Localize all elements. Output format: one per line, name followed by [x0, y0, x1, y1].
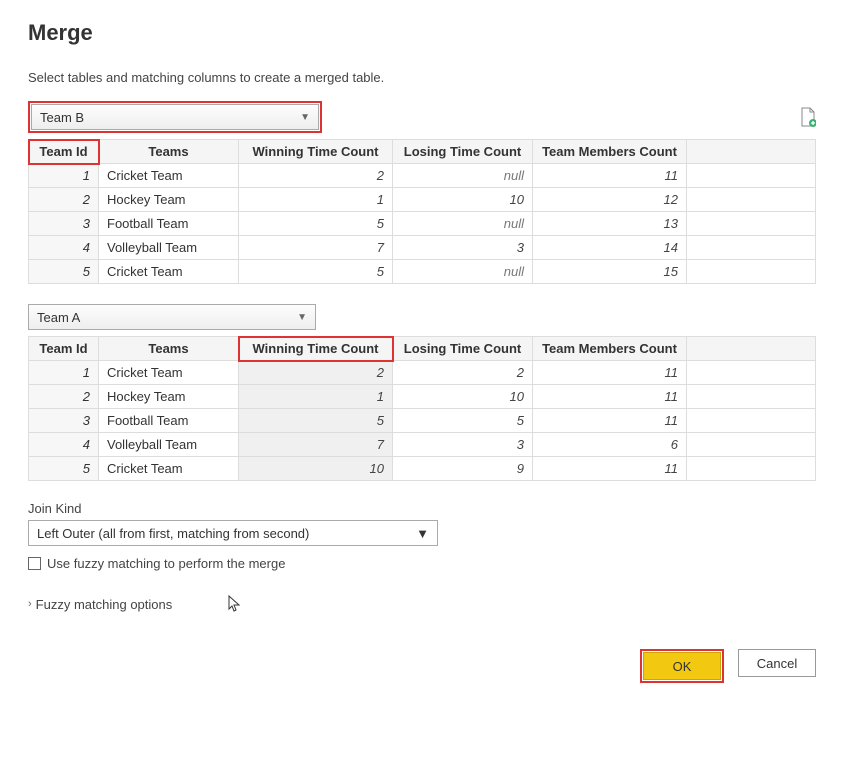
table1-col-spacer	[687, 140, 816, 164]
table1: Team Id Teams Winning Time Count Losing …	[28, 139, 816, 284]
table-row[interactable]: 4Volleyball Team736	[29, 433, 816, 457]
table1-dropdown-value: Team B	[40, 110, 84, 125]
table1-dropdown[interactable]: Team B ▼	[31, 104, 319, 130]
fuzzy-options-expander[interactable]: › Fuzzy matching options	[28, 595, 816, 613]
table-row[interactable]: 1Cricket Team2null11	[29, 164, 816, 188]
chevron-right-icon: ›	[28, 598, 32, 610]
table1-body: 1Cricket Team2null11 2Hockey Team11012 3…	[29, 164, 816, 284]
ok-button[interactable]: OK	[643, 652, 721, 680]
table-row[interactable]: 3Football Team5511	[29, 409, 816, 433]
highlight-table1-dropdown: Team B ▼	[28, 101, 322, 133]
table-row[interactable]: 5Cricket Team10911	[29, 457, 816, 481]
table-row[interactable]: 1Cricket Team2211	[29, 361, 816, 385]
table2-body: 1Cricket Team2211 2Hockey Team11011 3Foo…	[29, 361, 816, 481]
table2-col-winning[interactable]: Winning Time Count	[239, 337, 393, 361]
join-kind-label: Join Kind	[28, 501, 816, 516]
table2-col-teams[interactable]: Teams	[99, 337, 239, 361]
table1-col-winning[interactable]: Winning Time Count	[239, 140, 393, 164]
table-row[interactable]: 2Hockey Team11011	[29, 385, 816, 409]
fuzzy-options-label: Fuzzy matching options	[36, 597, 173, 612]
join-kind-value: Left Outer (all from first, matching fro…	[37, 526, 309, 541]
chevron-down-icon: ▼	[300, 112, 310, 123]
table1-col-members[interactable]: Team Members Count	[533, 140, 687, 164]
table1-col-teams[interactable]: Teams	[99, 140, 239, 164]
add-table-icon[interactable]	[800, 107, 816, 127]
table2-dropdown[interactable]: Team A ▼	[28, 304, 316, 330]
table2-col-losing[interactable]: Losing Time Count	[393, 337, 533, 361]
table2-col-team-id[interactable]: Team Id	[29, 337, 99, 361]
join-kind-dropdown[interactable]: Left Outer (all from first, matching fro…	[28, 520, 438, 546]
highlight-ok-button: OK	[640, 649, 724, 683]
table-row[interactable]: 3Football Team5null13	[29, 212, 816, 236]
chevron-down-icon: ▼	[416, 526, 429, 541]
chevron-down-icon: ▼	[297, 312, 307, 323]
table-row[interactable]: 4Volleyball Team7314	[29, 236, 816, 260]
table2-dropdown-value: Team A	[37, 310, 80, 325]
fuzzy-matching-checkbox[interactable]	[28, 557, 41, 570]
table1-col-losing[interactable]: Losing Time Count	[393, 140, 533, 164]
table2: Team Id Teams Winning Time Count Losing …	[28, 336, 816, 481]
dialog-subtitle: Select tables and matching columns to cr…	[28, 70, 816, 85]
fuzzy-matching-label: Use fuzzy matching to perform the merge	[47, 556, 285, 571]
cursor-icon	[228, 595, 242, 613]
table1-header-row: Team Id Teams Winning Time Count Losing …	[29, 140, 816, 164]
table2-col-spacer	[687, 337, 816, 361]
dialog-title: Merge	[28, 20, 816, 46]
table1-col-team-id[interactable]: Team Id	[29, 140, 99, 164]
table-row[interactable]: 5Cricket Team5null15	[29, 260, 816, 284]
table-row[interactable]: 2Hockey Team11012	[29, 188, 816, 212]
table2-header-row: Team Id Teams Winning Time Count Losing …	[29, 337, 816, 361]
table2-col-members[interactable]: Team Members Count	[533, 337, 687, 361]
cancel-button[interactable]: Cancel	[738, 649, 816, 677]
